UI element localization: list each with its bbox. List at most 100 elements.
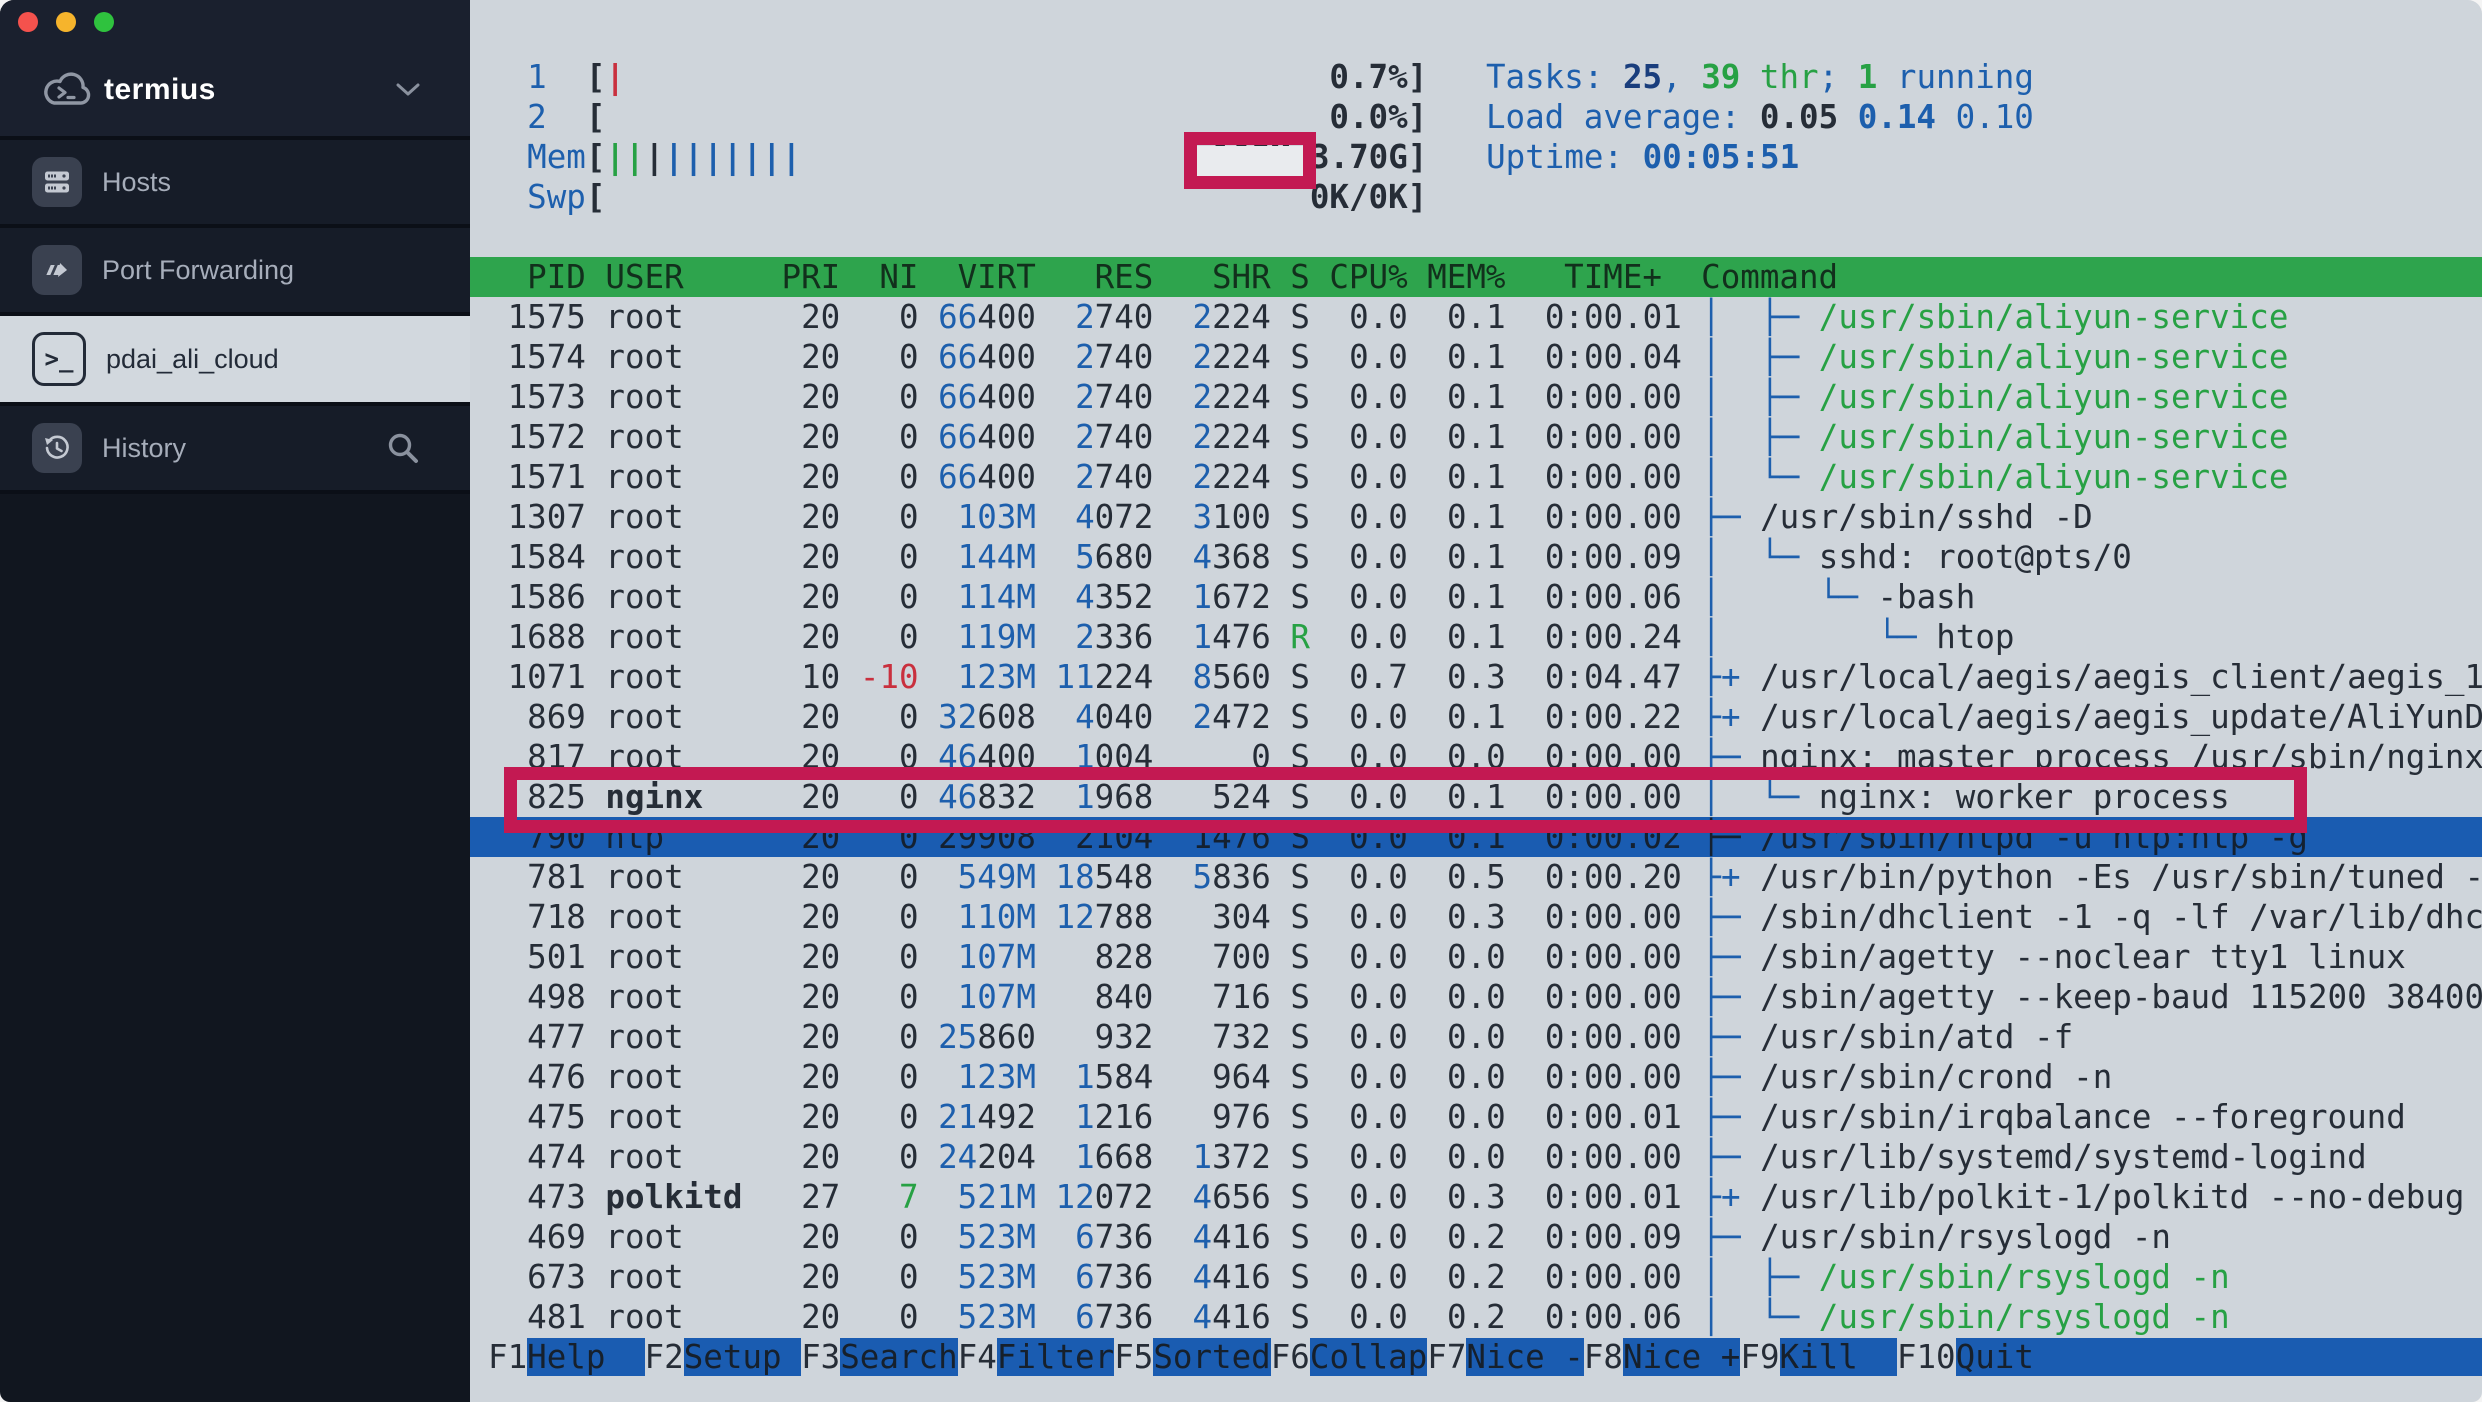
- fkey-f2[interactable]: F2: [645, 1338, 684, 1376]
- minimize-window-button[interactable]: [56, 12, 76, 32]
- process-row-817[interactable]: 817 root 20 0 46400 1004 0 S 0.0 0.0 0:0…: [470, 737, 2482, 777]
- port-forwarding-icon: [32, 245, 82, 295]
- function-key-bar: F1Help F2Setup F3SearchF4FilterF5SortedF…: [470, 1337, 2482, 1377]
- process-row-869[interactable]: 869 root 20 0 32608 4040 2472 S 0.0 0.1 …: [470, 697, 2482, 737]
- process-command: sshd: root@pts/0: [1819, 538, 2132, 576]
- process-row-498[interactable]: 498 root 20 0 107M 840 716 S 0.0 0.0 0:0…: [470, 977, 2482, 1017]
- process-command: /usr/sbin/aliyun-service: [1819, 418, 2289, 456]
- process-row-501[interactable]: 501 root 20 0 107M 828 700 S 0.0 0.0 0:0…: [470, 937, 2482, 977]
- sidebar-item-pdai-ali-cloud[interactable]: >_ pdai_ali_cloud: [0, 316, 470, 406]
- process-command: nginx: worker process: [1819, 778, 2230, 816]
- process-command: nginx: master process /usr/sbin/nginx: [1760, 738, 2482, 776]
- fkey-label-help[interactable]: Help: [527, 1338, 644, 1376]
- process-row-673[interactable]: 673 root 20 0 523M 6736 4416 S 0.0 0.2 0…: [470, 1257, 2482, 1297]
- fkey-label-sorted[interactable]: Sorted: [1153, 1338, 1270, 1376]
- process-row-1574[interactable]: 1574 root 20 0 66400 2740 2224 S 0.0 0.1…: [470, 337, 2482, 377]
- process-command: /sbin/dhclient -1 -q -lf /var/lib/dhcl: [1760, 898, 2482, 936]
- process-row-469[interactable]: 469 root 20 0 523M 6736 4416 S 0.0 0.2 0…: [470, 1217, 2482, 1257]
- process-row-1584[interactable]: 1584 root 20 0 144M 5680 4368 S 0.0 0.1 …: [470, 537, 2482, 577]
- fkey-label-setup[interactable]: Setup: [684, 1338, 801, 1376]
- brand-name: termius: [104, 73, 216, 107]
- fkey-label-collap[interactable]: Collap: [1310, 1338, 1427, 1376]
- sidebar-item-port-forwarding[interactable]: Port Forwarding: [0, 228, 470, 316]
- process-command: /usr/sbin/aliyun-service: [1819, 338, 2289, 376]
- brand-row: termius: [0, 44, 470, 140]
- process-row-1071[interactable]: 1071 root 10 -10 123M 11224 8560 S 0.7 0…: [470, 657, 2482, 697]
- process-row-1571[interactable]: 1571 root 20 0 66400 2740 2224 S 0.0 0.1…: [470, 457, 2482, 497]
- process-command: /usr/sbin/sshd -D: [1760, 498, 2093, 536]
- meter-1: 1 [| 0.7%] Tasks: 25, 39 thr; 1 running: [470, 57, 2482, 97]
- termius-app-window: termius: [0, 0, 2482, 1402]
- sidebar: termius: [0, 0, 470, 1402]
- zoom-window-button[interactable]: [94, 12, 114, 32]
- sidebar-item-hosts[interactable]: Hosts: [0, 140, 470, 228]
- process-row-477[interactable]: 477 root 20 0 25860 932 732 S 0.0 0.0 0:…: [470, 1017, 2482, 1057]
- process-row-474[interactable]: 474 root 20 0 24204 1668 1372 S 0.0 0.0 …: [470, 1137, 2482, 1177]
- process-row-475[interactable]: 475 root 20 0 21492 1216 976 S 0.0 0.0 0…: [470, 1097, 2482, 1137]
- process-row-1572[interactable]: 1572 root 20 0 66400 2740 2224 S 0.0 0.1…: [470, 417, 2482, 457]
- htop-meters: 1 [| 0.7%] Tasks: 25, 39 thr; 1 running …: [470, 57, 2482, 217]
- process-row-718[interactable]: 718 root 20 0 110M 12788 304 S 0.0 0.3 0…: [470, 897, 2482, 937]
- process-row-481[interactable]: 481 root 20 0 523M 6736 4416 S 0.0 0.2 0…: [470, 1297, 2482, 1337]
- sidebar-nav: Hosts Port Forwarding >_ pdai_ali_cloud: [0, 140, 470, 494]
- meter-2: 2 [ 0.0%] Load average: 0.05 0.14 0.10: [470, 97, 2482, 137]
- sidebar-item-label: Port Forwarding: [102, 255, 294, 286]
- fkey-f5[interactable]: F5: [1114, 1338, 1153, 1376]
- process-row-1586[interactable]: 1586 root 20 0 114M 4352 1672 S 0.0 0.1 …: [470, 577, 2482, 617]
- process-table-header[interactable]: PID USER PRI NI VIRT RES SHR S CPU% MEM%…: [470, 257, 2482, 297]
- process-command: /usr/sbin/atd -f: [1760, 1018, 2073, 1056]
- meter-mem: Mem[|||||||||| 105M/3.70G] Uptime: 00:05…: [470, 137, 2482, 177]
- fkey-f4[interactable]: F4: [958, 1338, 997, 1376]
- hosts-server-icon: [32, 157, 82, 207]
- history-clock-icon: [32, 423, 82, 473]
- process-row-1575[interactable]: 1575 root 20 0 66400 2740 2224 S 0.0 0.1…: [470, 297, 2482, 337]
- process-command: /usr/sbin/ntpd -u ntp:ntp -g: [1760, 818, 2308, 856]
- process-row-1688[interactable]: 1688 root 20 0 119M 2336 1476 R 0.0 0.1 …: [470, 617, 2482, 657]
- process-command: /sbin/agetty --noclear tty1 linux: [1760, 938, 2406, 976]
- process-command: /usr/sbin/aliyun-service: [1819, 458, 2289, 496]
- process-command: /usr/local/aegis/aegis_update/AliYunDu: [1760, 698, 2482, 736]
- process-command: /usr/sbin/crond -n: [1760, 1058, 2112, 1096]
- terminal-pane[interactable]: 1 [| 0.7%] Tasks: 25, 39 thr; 1 running …: [470, 0, 2482, 1402]
- fkey-f1[interactable]: F1: [488, 1338, 527, 1376]
- sidebar-item-label: pdai_ali_cloud: [106, 344, 279, 375]
- sidebar-item-label: Hosts: [102, 167, 171, 198]
- process-row-781[interactable]: 781 root 20 0 549M 18548 5836 S 0.0 0.5 …: [470, 857, 2482, 897]
- process-command: htop: [1936, 618, 2014, 656]
- process-command: /usr/sbin/rsyslogd -n: [1760, 1218, 2171, 1256]
- fkey-label-filter[interactable]: Filter: [997, 1338, 1114, 1376]
- annotation-highlight-fill: [1197, 146, 1303, 176]
- process-command: /usr/sbin/aliyun-service: [1819, 298, 2289, 336]
- process-table: 1575 root 20 0 66400 2740 2224 S 0.0 0.1…: [470, 297, 2482, 1337]
- process-command: /usr/sbin/rsyslogd -n: [1819, 1258, 2230, 1296]
- macos-titlebar: [0, 0, 470, 44]
- chevron-down-icon[interactable]: [396, 83, 420, 97]
- process-row-1307[interactable]: 1307 root 20 0 103M 4072 3100 S 0.0 0.1 …: [470, 497, 2482, 537]
- process-row-473[interactable]: 473 polkitd 27 7 521M 12072 4656 S 0.0 0…: [470, 1177, 2482, 1217]
- fkey-f9[interactable]: F9: [1740, 1338, 1779, 1376]
- fkey-label-nice-[interactable]: Nice -: [1466, 1338, 1583, 1376]
- fkey-f3[interactable]: F3: [801, 1338, 840, 1376]
- search-icon[interactable]: [384, 429, 422, 467]
- process-row-825[interactable]: 825 nginx 20 0 46832 1968 524 S 0.0 0.1 …: [470, 777, 2482, 817]
- blank-line: [470, 217, 2482, 257]
- process-command: /usr/lib/systemd/systemd-logind: [1760, 1138, 2367, 1176]
- process-command: /usr/sbin/aliyun-service: [1819, 378, 2289, 416]
- fkey-f10[interactable]: F10: [1897, 1338, 1956, 1376]
- fkey-label-kill[interactable]: Kill: [1780, 1338, 1897, 1376]
- fkey-label-search[interactable]: Search: [840, 1338, 957, 1376]
- fkey-label-quit[interactable]: Quit: [1956, 1338, 2482, 1376]
- process-command: /usr/bin/python -Es /usr/sbin/tuned -l: [1760, 858, 2482, 896]
- process-command: /sbin/agetty --keep-baud 115200 38400: [1760, 978, 2482, 1016]
- sidebar-item-history[interactable]: History: [0, 406, 470, 494]
- fkey-f7[interactable]: F7: [1427, 1338, 1466, 1376]
- process-row-790[interactable]: 790 ntp 20 0 29908 2104 1476 S 0.0 0.1 0…: [470, 817, 2482, 857]
- process-command: /usr/sbin/rsyslogd -n: [1819, 1298, 2230, 1336]
- fkey-f8[interactable]: F8: [1584, 1338, 1623, 1376]
- fkey-f6[interactable]: F6: [1271, 1338, 1310, 1376]
- fkey-label-nice-[interactable]: Nice +: [1623, 1338, 1740, 1376]
- terminal-icon: >_: [32, 332, 86, 386]
- close-window-button[interactable]: [18, 12, 38, 32]
- process-row-476[interactable]: 476 root 20 0 123M 1584 964 S 0.0 0.0 0:…: [470, 1057, 2482, 1097]
- process-row-1573[interactable]: 1573 root 20 0 66400 2740 2224 S 0.0 0.1…: [470, 377, 2482, 417]
